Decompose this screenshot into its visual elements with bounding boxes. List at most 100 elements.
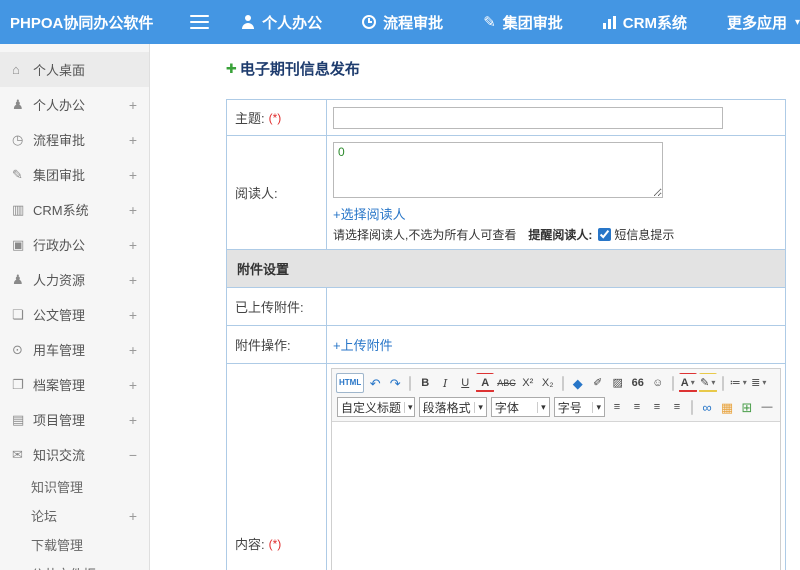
sidebar-item-archive-mgmt[interactable]: ❐ 档案管理 +	[0, 367, 149, 402]
required-mark: (*)	[268, 110, 282, 125]
strikethrough-button[interactable]: ABC	[496, 373, 517, 393]
sidebar-item-knowledge-exchange[interactable]: ✉ 知识交流 −	[0, 437, 149, 472]
caret-down-icon: ▾	[404, 401, 413, 413]
main-content: ✚ 电子期刊信息发布 主题: (*) 阅读人: 0 +选择阅读人 请选择阅读人,…	[150, 44, 800, 570]
subject-row: 主题: (*)	[227, 100, 785, 136]
align-left-button[interactable]: ≡	[608, 397, 626, 417]
readers-textarea[interactable]: 0	[333, 142, 663, 198]
separator[interactable]	[671, 375, 674, 391]
sidebar-item-group-approval[interactable]: ✎ 集团审批 +	[0, 157, 149, 192]
insert-table-button[interactable]: ⊞	[738, 397, 756, 417]
undo-button[interactable]: ↶	[366, 373, 384, 393]
sidebar-item-document-mgmt[interactable]: ❏ 公文管理 +	[0, 297, 149, 332]
rich-text-editor: HTML ↶ ↷ B I U A ABC X² X₂ ◆ ✐ ▨ 66 ☺ A …	[331, 368, 781, 570]
italic-button[interactable]: I	[436, 373, 454, 393]
page-title: ✚ 电子期刊信息发布	[226, 58, 792, 79]
nav-label: 个人办公	[262, 14, 323, 32]
expander-icon[interactable]: +	[125, 237, 137, 253]
sidebar-item-crm-system[interactable]: ▥ CRM系统 +	[0, 192, 149, 227]
expander-icon[interactable]: +	[125, 132, 137, 148]
expander-icon[interactable]: +	[125, 377, 137, 393]
expander-icon[interactable]: +	[125, 202, 137, 218]
bold-button[interactable]: B	[416, 373, 434, 393]
horizontal-rule-button[interactable]: —	[758, 397, 776, 417]
readers-label: 阅读人:	[235, 186, 278, 201]
sidebar-item-label: 知识交流	[33, 448, 86, 463]
upload-attachment-link[interactable]: +上传附件	[333, 335, 393, 354]
redo-button[interactable]: ↷	[386, 373, 404, 393]
expander-icon[interactable]: +	[125, 412, 137, 428]
nav-more-apps[interactable]: 更多应用 ▾	[727, 12, 800, 33]
align-right-button[interactable]: ≡	[648, 397, 666, 417]
sidebar-item-label: 集团审批	[33, 168, 86, 183]
sidebar-item-personal-desktop[interactable]: ⌂ 个人桌面	[0, 52, 149, 87]
unordered-list-button[interactable]: ≣	[750, 373, 768, 393]
highlight-color-button[interactable]: ✎	[698, 373, 717, 393]
format-painter-button[interactable]: ✐	[589, 373, 607, 393]
editor-format-select[interactable]: 自定义标题 ▾	[337, 397, 415, 417]
font-attr-button[interactable]: A	[476, 373, 495, 393]
sidebar-subitem-forum[interactable]: 论坛 +	[0, 501, 149, 530]
insert-link-button[interactable]: ∞	[698, 397, 716, 417]
expander-icon[interactable]: +	[125, 508, 137, 524]
sidebar-item-workflow-approval[interactable]: ◷ 流程审批 +	[0, 122, 149, 157]
app-logo[interactable]: PHPOA协同办公软件	[0, 12, 184, 33]
caret-down-icon: ▾	[592, 401, 601, 413]
underline-button[interactable]: U	[456, 373, 474, 393]
sidebar-item-icon: ▣	[12, 237, 25, 252]
subject-label: 主题:	[235, 111, 265, 126]
blockquote-button[interactable]: 66	[629, 373, 647, 393]
fill-color-button[interactable]: ▨	[609, 373, 627, 393]
sidebar-item-admin-office[interactable]: ▣ 行政办公 +	[0, 227, 149, 262]
nav-group-approval[interactable]: ✎ 集团审批	[483, 12, 563, 33]
sms-notify-checkbox[interactable]	[598, 228, 612, 241]
sidebar-subitem-knowledge-mgmt[interactable]: 知识管理	[0, 472, 149, 501]
select-label: 字号	[557, 400, 582, 415]
ordered-list-button[interactable]: ≔	[729, 373, 748, 393]
expander-icon[interactable]: −	[125, 447, 137, 463]
expander-icon[interactable]: +	[125, 167, 137, 183]
sidebar-item-icon: ▥	[12, 202, 25, 217]
expander-icon[interactable]: +	[125, 307, 137, 323]
remind-readers-label: 提醒阅读人:	[528, 228, 593, 242]
nav-workflow-approval[interactable]: 流程审批	[362, 12, 443, 33]
emoticon-button[interactable]: ☺	[649, 373, 667, 393]
sidebar-item-hr[interactable]: ♟ 人力资源 +	[0, 262, 149, 297]
sidebar-subitem-label: 知识管理	[31, 480, 84, 495]
sidebar-item-project-mgmt[interactable]: ▤ 项目管理 +	[0, 402, 149, 437]
editor-format-select[interactable]: 字号 ▾	[553, 397, 605, 417]
superscript-button[interactable]: X²	[519, 373, 537, 393]
align-center-button[interactable]: ≡	[628, 397, 646, 417]
select-label: 段落格式	[422, 400, 471, 415]
sidebar-item-label: 个人办公	[33, 98, 86, 113]
separator[interactable]	[721, 375, 724, 391]
sidebar-item-label: 流程审批	[33, 133, 86, 148]
align-justify-button[interactable]: ≡	[668, 397, 686, 417]
remove-format-button[interactable]: ◆	[569, 373, 587, 393]
subscript-button[interactable]: X₂	[539, 373, 557, 393]
attachment-operation-label: 附件操作:	[235, 338, 291, 353]
expander-icon[interactable]: +	[125, 97, 137, 113]
expander-icon[interactable]: +	[125, 272, 137, 288]
nav-crm-system[interactable]: CRM系统	[602, 12, 687, 33]
editor-format-select[interactable]: 段落格式 ▾	[418, 397, 487, 417]
separator[interactable]	[409, 375, 412, 391]
editor-content-area[interactable]	[332, 422, 780, 570]
separator[interactable]	[561, 375, 564, 391]
nav-personal-office[interactable]: 个人办公	[241, 12, 322, 33]
menu-icon[interactable]	[190, 11, 210, 33]
select-readers-link[interactable]: +选择阅读人	[333, 204, 406, 223]
sidebar-subitem-download-mgmt[interactable]: 下载管理	[0, 530, 149, 559]
sidebar-subitem-public-file-cabinet[interactable]: 公共文件柜	[0, 559, 149, 570]
source-code-button[interactable]: HTML	[336, 373, 365, 393]
expander-icon[interactable]: +	[125, 342, 137, 358]
separator[interactable]	[691, 399, 693, 415]
font-color-button[interactable]: A	[678, 373, 697, 393]
sidebar-item-icon: ❏	[12, 307, 24, 322]
sidebar: ⌂ 个人桌面 ♟ 个人办公 + ◷ 流程审批 + ✎ 集团审批 + ▥ CRM系…	[0, 44, 150, 570]
sidebar-item-vehicle-mgmt[interactable]: ⊙ 用车管理 +	[0, 332, 149, 367]
sidebar-item-personal-office[interactable]: ♟ 个人办公 +	[0, 87, 149, 122]
insert-image-button[interactable]: ▦	[718, 397, 736, 417]
subject-input[interactable]	[333, 106, 723, 129]
editor-format-select[interactable]: 字体 ▾	[490, 397, 550, 417]
